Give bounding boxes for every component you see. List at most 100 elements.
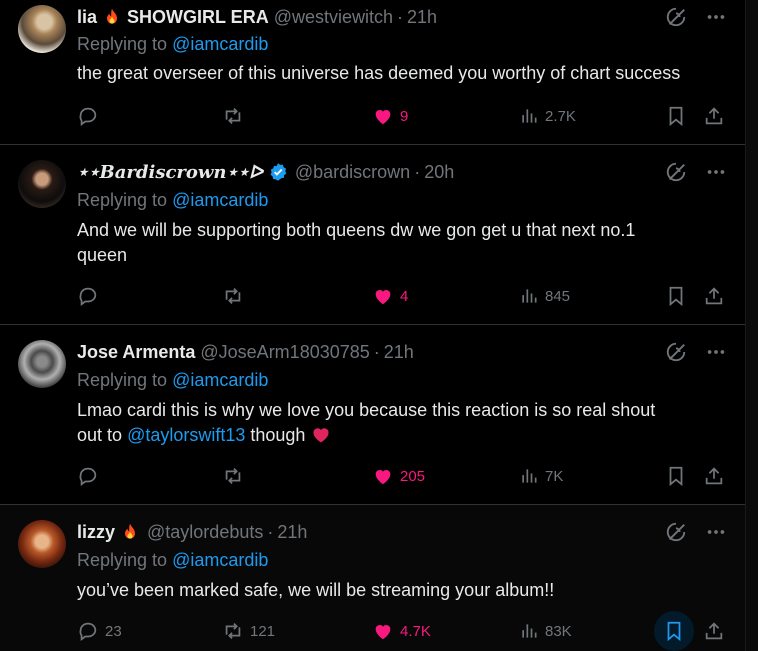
like-button[interactable]: 4.7K xyxy=(372,618,431,644)
tweet-text-segment: though xyxy=(250,425,306,445)
share-icon xyxy=(703,620,725,642)
user-handle[interactable]: @taylordebuts xyxy=(147,522,263,543)
display-name-suffix[interactable]: SHOWGIRL ERA xyxy=(127,7,269,28)
heart-icon xyxy=(372,105,394,127)
reply-count: 23 xyxy=(105,622,122,640)
more-icon[interactable] xyxy=(705,161,727,183)
grok-icon[interactable] xyxy=(665,6,687,28)
tweet-text-line: Lmao cardi this is why we love you becau… xyxy=(77,400,656,420)
tweet-header: ⋆⋆Bardiscrown⋆⋆ᐅ @bardiscrown · 20h xyxy=(77,161,454,183)
timestamp[interactable]: 21h xyxy=(407,7,437,28)
like-count: 4.7K xyxy=(400,622,431,640)
share-button[interactable] xyxy=(703,463,725,489)
bookmark-icon xyxy=(665,285,687,307)
mention-link[interactable]: @taylorswift13 xyxy=(127,425,245,445)
share-icon xyxy=(703,285,725,307)
heart-icon xyxy=(372,465,394,487)
views-icon xyxy=(519,106,539,126)
bookmark-icon xyxy=(663,620,685,642)
separator-dot: · xyxy=(414,161,421,182)
view-count: 7K xyxy=(545,467,564,485)
tweet-text: And we will be supporting both queens dw… xyxy=(77,218,727,268)
display-name[interactable]: Jose Armenta xyxy=(77,342,195,363)
like-button[interactable]: 205 xyxy=(372,463,425,489)
bookmark-button[interactable] xyxy=(665,103,687,129)
repost-button[interactable] xyxy=(222,283,250,309)
bookmark-icon xyxy=(665,105,687,127)
view-count: 845 xyxy=(545,287,571,305)
action-bar: 9 2.7K xyxy=(77,103,727,129)
reply-icon xyxy=(77,105,99,127)
display-name[interactable]: ⋆⋆Bardiscrown⋆⋆ᐅ xyxy=(77,162,263,183)
timestamp[interactable]: 21h xyxy=(384,342,414,363)
avatar[interactable] xyxy=(18,520,66,568)
reply-icon xyxy=(77,620,99,642)
user-handle[interactable]: @westviewitch xyxy=(274,7,393,28)
share-button[interactable] xyxy=(703,618,725,644)
grok-icon[interactable] xyxy=(665,341,687,363)
reply-tweet[interactable]: lia SHOWGIRL ERA @westviewitch · 21h Rep… xyxy=(0,0,745,145)
mention-link[interactable]: @iamcardib xyxy=(172,550,268,570)
reply-tweet[interactable]: lizzy @taylordebuts · 21h Replying to @i… xyxy=(0,505,745,651)
scrollbar[interactable] xyxy=(745,0,758,651)
views-button[interactable]: 845 xyxy=(519,283,570,309)
heart-emoji-icon xyxy=(313,428,329,443)
avatar[interactable] xyxy=(18,5,66,53)
display-name[interactable]: lizzy xyxy=(77,522,115,543)
tweet-text-line: queen xyxy=(77,245,128,265)
grok-icon[interactable] xyxy=(665,161,687,183)
like-count: 4 xyxy=(400,287,409,305)
user-handle[interactable]: @JoseArm18030785 xyxy=(200,342,369,363)
views-button[interactable]: 83K xyxy=(519,618,572,644)
reply-button[interactable]: 23 xyxy=(77,618,122,644)
like-button[interactable]: 9 xyxy=(372,103,408,129)
repost-icon xyxy=(222,465,244,487)
repost-icon xyxy=(222,620,244,642)
view-count: 83K xyxy=(545,622,572,640)
bookmark-button[interactable] xyxy=(665,283,687,309)
grok-icon[interactable] xyxy=(665,521,687,543)
reply-icon xyxy=(77,465,99,487)
share-button[interactable] xyxy=(703,103,725,129)
separator-dot: · xyxy=(397,6,403,27)
repost-button[interactable] xyxy=(222,463,250,489)
replying-to-label: Replying to xyxy=(77,190,168,210)
display-name[interactable]: lia xyxy=(77,7,97,28)
repost-button[interactable]: 121 xyxy=(222,618,275,644)
separator-dot: · xyxy=(267,521,274,542)
mention-link[interactable]: @iamcardib xyxy=(172,190,268,210)
replying-to: Replying to @iamcardib xyxy=(77,550,268,571)
tweet-text-line: And we will be supporting both queens dw… xyxy=(77,220,636,240)
tweet-text: the great overseer of this universe has … xyxy=(77,63,681,83)
more-icon[interactable] xyxy=(705,341,727,363)
reply-button[interactable] xyxy=(77,283,105,309)
mention-link[interactable]: @iamcardib xyxy=(172,370,268,390)
timestamp[interactable]: 20h xyxy=(424,162,454,183)
view-count: 2.7K xyxy=(545,107,576,125)
bookmark-button[interactable] xyxy=(654,611,694,651)
bookmark-button[interactable] xyxy=(665,463,687,489)
share-button[interactable] xyxy=(703,283,725,309)
more-icon[interactable] xyxy=(705,6,727,28)
views-button[interactable]: 7K xyxy=(519,463,563,489)
share-icon xyxy=(703,465,725,487)
timestamp[interactable]: 21h xyxy=(277,522,307,543)
replying-to: Replying to @iamcardib xyxy=(77,370,268,391)
more-icon[interactable] xyxy=(705,521,727,543)
mention-link[interactable]: @iamcardib xyxy=(172,34,268,54)
replying-to: Replying to @iamcardib xyxy=(77,34,268,55)
verified-icon xyxy=(268,162,288,182)
avatar[interactable] xyxy=(18,340,66,388)
like-button[interactable]: 4 xyxy=(372,283,408,309)
repost-icon xyxy=(222,105,244,127)
repost-button[interactable] xyxy=(222,103,250,129)
fire-emoji-icon xyxy=(102,7,122,27)
reply-tweet[interactable]: Jose Armenta @JoseArm18030785 · 21h Repl… xyxy=(0,325,745,505)
user-handle[interactable]: @bardiscrown xyxy=(295,162,410,183)
reply-button[interactable] xyxy=(77,103,105,129)
avatar[interactable] xyxy=(18,160,66,208)
reply-button[interactable] xyxy=(77,463,105,489)
views-button[interactable]: 2.7K xyxy=(519,103,576,129)
replying-to: Replying to @iamcardib xyxy=(77,190,268,211)
reply-tweet[interactable]: ⋆⋆Bardiscrown⋆⋆ᐅ @bardiscrown · 20h Repl… xyxy=(0,145,745,325)
